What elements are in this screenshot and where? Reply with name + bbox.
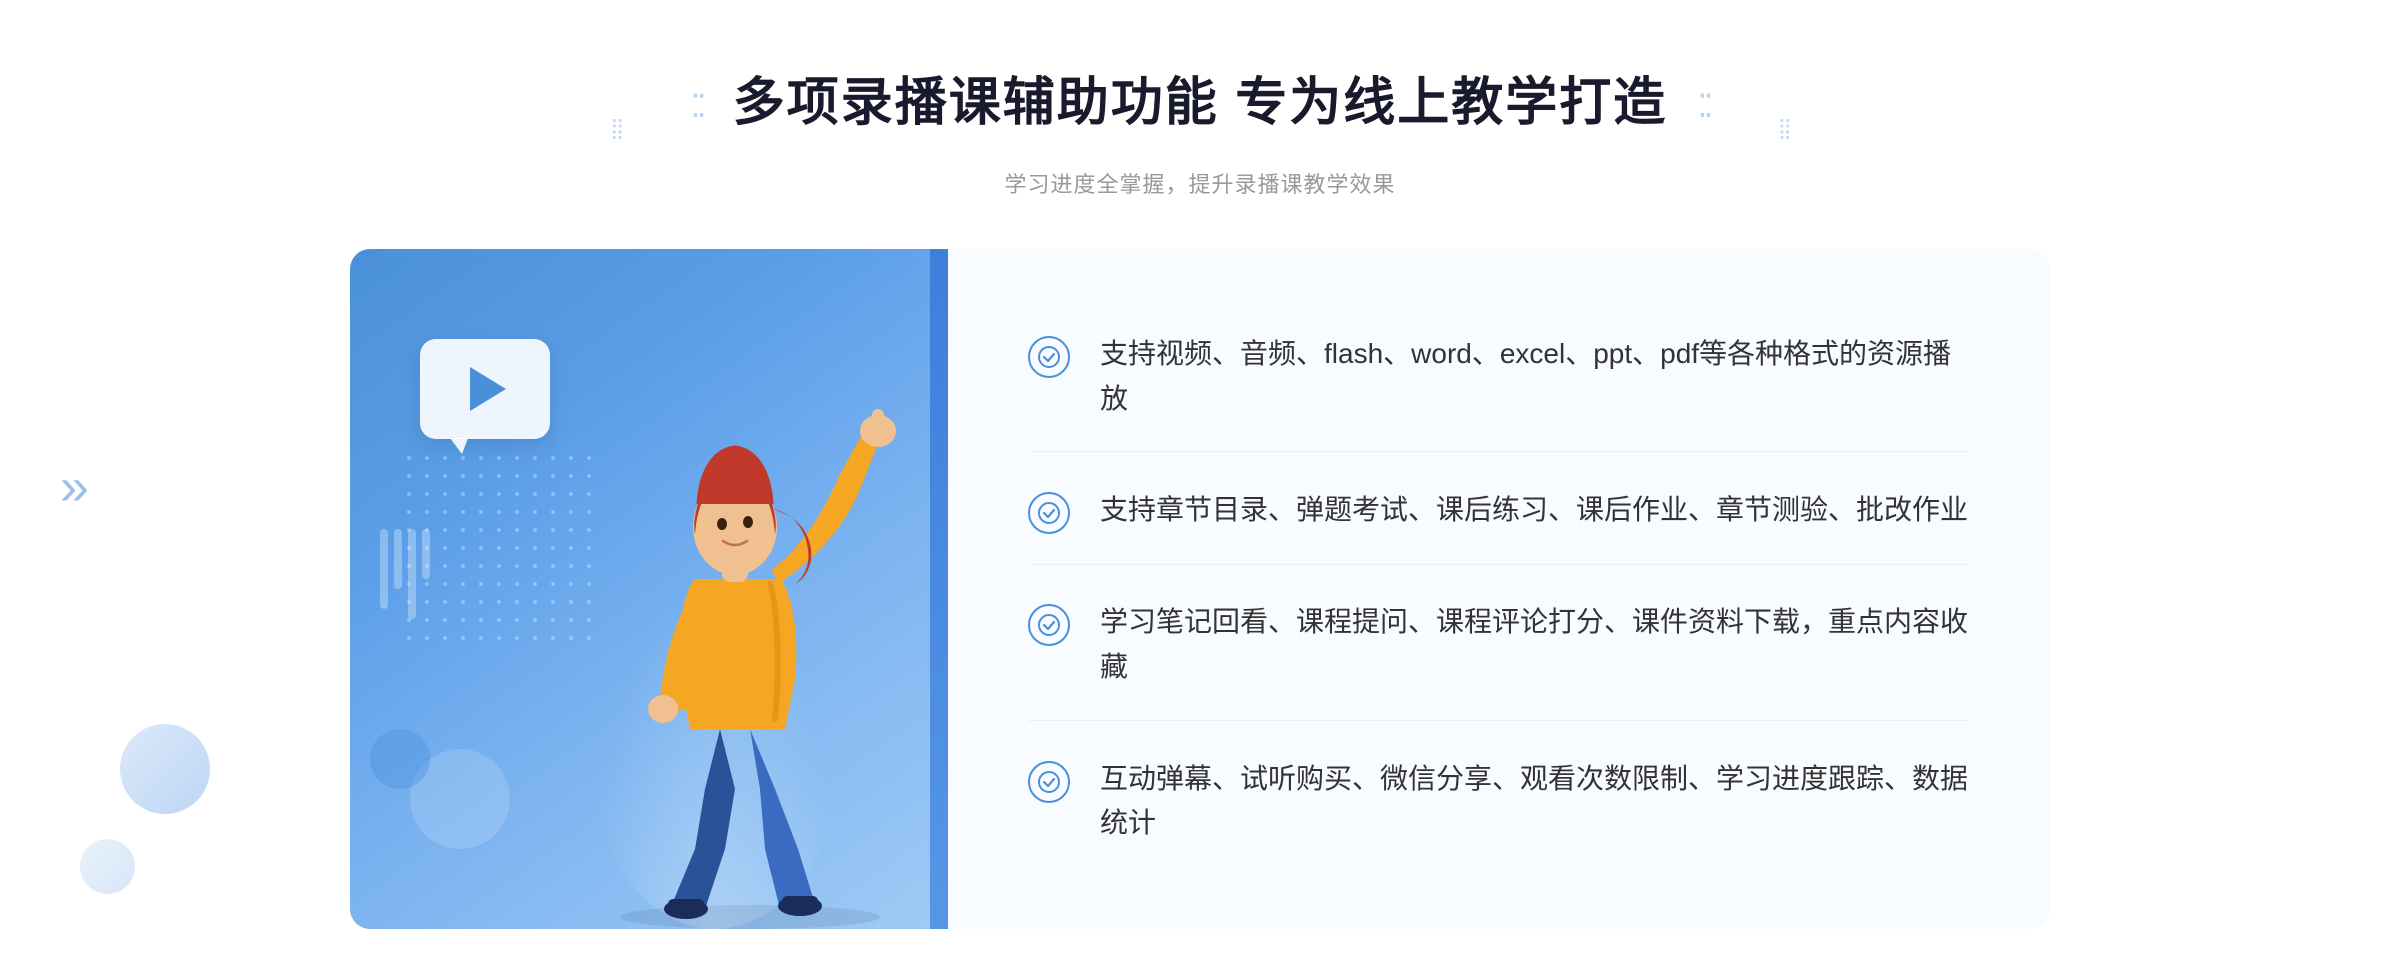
deco-circle-2	[80, 839, 135, 894]
circle-deco-2	[370, 729, 430, 789]
check-icon-3	[1028, 604, 1070, 646]
stripe-bar-1	[380, 529, 388, 609]
play-bubble	[420, 339, 550, 439]
header-section: ⁚⁚ 多项录播课辅助功能 专为线上教学打造 ⁚⁚ 学习进度全掌握，提升录播课教学…	[690, 60, 1709, 199]
main-title: 多项录播课辅助功能 专为线上教学打造	[733, 60, 1667, 135]
content-area: 支持视频、音频、flash、word、excel、ppt、pdf等各种格式的资源…	[350, 249, 2050, 929]
page-container: ⁚⁚ 多项录播课辅助功能 专为线上教学打造 ⁚⁚ 学习进度全掌握，提升录播课教学…	[0, 0, 2400, 974]
check-circle-2	[1028, 492, 1070, 534]
check-icon-1	[1028, 336, 1070, 378]
feature-text-4: 互动弹幕、试听购买、微信分享、观看次数限制、学习进度跟踪、数据统计	[1100, 757, 1970, 847]
feature-item-2: 支持章节目录、弹题考试、课后练习、课后作业、章节测验、批改作业	[1028, 458, 1970, 565]
illustration-panel	[350, 249, 930, 929]
check-circle-3	[1028, 604, 1070, 646]
decorator-right: ⁚⁚	[1697, 87, 1709, 125]
check-circle-1	[1028, 336, 1070, 378]
chevron-arrows: »	[60, 457, 89, 517]
accent-bar	[930, 249, 948, 929]
play-triangle	[470, 367, 506, 411]
check-icon-4	[1028, 761, 1070, 803]
stripe-bar-3	[408, 529, 416, 619]
person-illustration	[550, 369, 920, 929]
deco-circle-1	[120, 724, 210, 814]
feature-item-3: 学习笔记回看、课程提问、课程评论打分、课件资料下载，重点内容收藏	[1028, 570, 1970, 721]
sub-title: 学习进度全掌握，提升录播课教学效果	[690, 167, 1709, 199]
check-icon-2	[1028, 492, 1070, 534]
feature-item-1: 支持视频、音频、flash、word、excel、ppt、pdf等各种格式的资源…	[1028, 302, 1970, 453]
stripe-bar-4	[422, 529, 430, 579]
title-decorators: ⁚⁚ 多项录播课辅助功能 专为线上教学打造 ⁚⁚	[690, 60, 1709, 151]
feature-text-1: 支持视频、音频、flash、word、excel、ppt、pdf等各种格式的资源…	[1100, 332, 1970, 422]
features-panel: 支持视频、音频、flash、word、excel、ppt、pdf等各种格式的资源…	[948, 249, 2050, 929]
decorator-left: ⁚⁚	[690, 87, 702, 125]
feature-text-2: 支持章节目录、弹题考试、课后练习、课后作业、章节测验、批改作业	[1100, 488, 1968, 533]
check-circle-4	[1028, 761, 1070, 803]
stripe-bar-2	[394, 529, 402, 589]
stripe-deco	[380, 529, 430, 619]
feature-item-4: 互动弹幕、试听购买、微信分享、观看次数限制、学习进度跟踪、数据统计	[1028, 727, 1970, 877]
feature-text-3: 学习笔记回看、课程提问、课程评论打分、课件资料下载，重点内容收藏	[1100, 600, 1970, 690]
